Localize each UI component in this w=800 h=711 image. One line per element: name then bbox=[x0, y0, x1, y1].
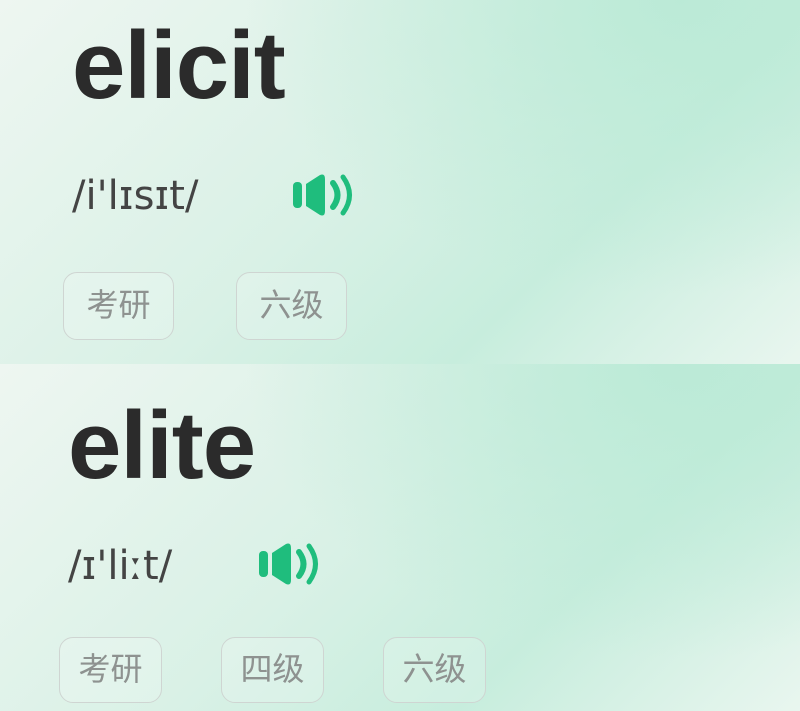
headword: elicit bbox=[72, 12, 286, 119]
tag-kaoyan[interactable]: 考研 bbox=[63, 272, 174, 340]
phonetic-transcription: /i'lɪsɪt/ bbox=[72, 173, 199, 219]
headword: elite bbox=[68, 392, 256, 499]
tag-kaoyan[interactable]: 考研 bbox=[59, 637, 162, 703]
tag-cet6[interactable]: 六级 bbox=[383, 637, 486, 703]
word-card-elite[interactable]: elite /ɪ'liːt/ 考研 四级 六级 bbox=[0, 364, 800, 711]
tag-cet4[interactable]: 四级 bbox=[221, 637, 324, 703]
speaker-icon[interactable] bbox=[292, 170, 356, 220]
phonetic-transcription: /ɪ'liːt/ bbox=[68, 543, 173, 589]
tag-cet6[interactable]: 六级 bbox=[236, 272, 347, 340]
word-card-elicit[interactable]: elicit /i'lɪsɪt/ 考研 六级 bbox=[0, 0, 800, 364]
speaker-icon[interactable] bbox=[258, 539, 322, 589]
